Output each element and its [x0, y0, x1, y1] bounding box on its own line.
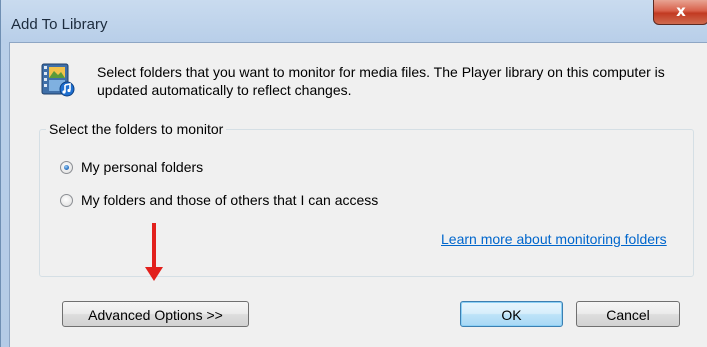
learn-more-link[interactable]: Learn more about monitoring folders: [441, 231, 667, 247]
radio-my-personal-folders[interactable]: My personal folders: [60, 158, 203, 176]
cancel-button[interactable]: Cancel: [576, 301, 680, 327]
close-button[interactable]: x: [653, 0, 707, 25]
radio-button-unchecked[interactable]: [60, 193, 73, 207]
radio-button-checked[interactable]: [60, 160, 73, 174]
radio-label: My folders and those of others that I ca…: [81, 192, 379, 208]
description-text: Select folders that you want to monitor …: [97, 64, 665, 98]
add-to-library-dialog: Add To Library x Select folders that you…: [0, 0, 707, 347]
annotation-arrow-icon: [145, 267, 163, 281]
annotation-arrow-shaft: [152, 223, 156, 269]
close-icon: x: [676, 2, 686, 20]
title-bar: Add To Library x: [1, 0, 707, 42]
advanced-options-button[interactable]: Advanced Options >>: [62, 301, 249, 327]
media-library-icon: [41, 63, 75, 97]
groupbox-legend: Select the folders to monitor: [46, 121, 227, 137]
window-title: Add To Library: [11, 16, 108, 33]
ok-button[interactable]: OK: [460, 301, 563, 327]
radio-all-accessible-folders[interactable]: My folders and those of others that I ca…: [60, 191, 378, 209]
dialog-body: Select folders that you want to monitor …: [9, 42, 707, 347]
radio-label: My personal folders: [81, 159, 204, 175]
